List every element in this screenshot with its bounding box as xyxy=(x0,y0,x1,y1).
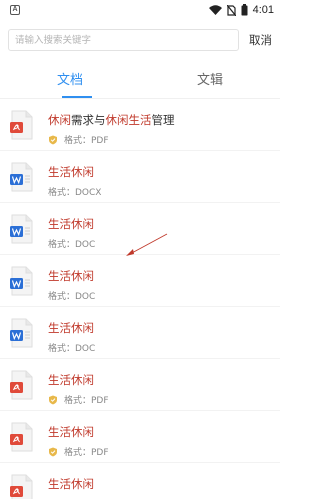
wifi-icon xyxy=(208,5,222,15)
pdf-file-icon xyxy=(10,422,34,452)
vip-badge-icon xyxy=(49,447,57,456)
item-title: 生活休闲 xyxy=(48,320,95,336)
title-fragment: 休闲 xyxy=(48,113,71,127)
item-meta: 格式：DOC xyxy=(48,237,95,250)
result-list: 休闲需求与休闲生活管理 格式：PDF 生活休闲 格式：DOCX 生活休闲 格式：DO… xyxy=(0,99,280,499)
pdf-file-icon xyxy=(10,474,34,499)
item-format: 格式：DOC xyxy=(48,292,96,302)
item-title: 生活休闲 xyxy=(48,268,95,284)
word-file-icon xyxy=(10,318,34,348)
list-item[interactable]: 休闲需求与休闲生活管理 格式：PDF xyxy=(0,99,280,151)
status-time: 4:01 xyxy=(252,4,274,16)
item-format: 格式：PDF xyxy=(64,136,109,146)
tab-collections[interactable]: 文辑 xyxy=(140,58,280,98)
title-fragment: 休闲 xyxy=(105,113,129,127)
status-bar: A 4:01 xyxy=(0,0,280,20)
item-format: 格式：PDF xyxy=(64,448,109,458)
title-fragment: 需求与 xyxy=(71,113,106,127)
pdf-file-icon xyxy=(10,370,34,400)
list-item[interactable]: 生活休闲格式：DOC xyxy=(0,307,280,359)
item-meta: 格式：DOC xyxy=(48,289,95,302)
item-title: 休闲需求与休闲生活管理 xyxy=(48,112,175,128)
title-fragment: 生活休闲 xyxy=(48,321,94,335)
item-title: 生活休闲 xyxy=(48,216,95,232)
item-title: 生活休闲 xyxy=(48,476,109,492)
list-item[interactable]: 生活休闲格式：DOC xyxy=(0,255,280,307)
title-fragment: 生活休闲 xyxy=(48,165,94,179)
title-fragment: 管理 xyxy=(151,113,175,127)
word-file-icon xyxy=(10,162,34,192)
title-fragment: 生活休闲 xyxy=(48,425,94,439)
item-format: 格式：DOC xyxy=(48,240,96,250)
item-meta: 格式：PDF xyxy=(48,445,109,458)
word-file-icon xyxy=(10,214,34,244)
title-fragment: 生活休闲 xyxy=(48,373,94,387)
item-title: 生活休闲 xyxy=(48,424,109,440)
list-item[interactable]: 生活休闲 格式：PDF xyxy=(0,411,280,463)
title-fragment: 生活休闲 xyxy=(48,217,94,231)
vip-badge-icon xyxy=(49,395,57,404)
battery-icon xyxy=(241,4,248,16)
cancel-button[interactable]: 取消 xyxy=(249,32,272,48)
title-fragment: 生活休闲 xyxy=(48,477,94,491)
search-row: 取消 xyxy=(0,25,280,55)
search-input[interactable] xyxy=(8,29,239,51)
no-sim-icon xyxy=(226,4,236,16)
list-item[interactable]: 生活休闲 格式：PDF xyxy=(0,359,280,411)
tab-indicator xyxy=(62,96,92,98)
vip-badge-icon xyxy=(49,135,57,144)
notification-icon: A xyxy=(10,5,20,15)
item-meta: 格式：PDF xyxy=(48,133,175,146)
list-item[interactable]: 生活休闲格式：DOC xyxy=(0,203,280,255)
item-meta: 格式：DOCX xyxy=(48,185,101,198)
item-title: 生活休闲 xyxy=(48,164,101,180)
list-item[interactable]: 生活休闲格式：DOCX xyxy=(0,151,280,203)
tab-bar: 文档 文辑 xyxy=(0,58,280,98)
list-item[interactable]: 生活休闲 格式：PDF xyxy=(0,463,280,499)
item-meta: 格式：DOC xyxy=(48,341,95,354)
item-title: 生活休闲 xyxy=(48,372,109,388)
item-format: 格式：PDF xyxy=(64,396,109,406)
title-fragment: 生活 xyxy=(128,113,152,127)
title-fragment: 生活休闲 xyxy=(48,269,94,283)
tab-documents[interactable]: 文档 xyxy=(0,58,140,98)
pdf-file-icon xyxy=(10,110,34,140)
item-format: 格式：DOCX xyxy=(48,188,102,198)
item-format: 格式：DOC xyxy=(48,344,96,354)
word-file-icon xyxy=(10,266,34,296)
item-meta: 格式：PDF xyxy=(48,393,109,406)
